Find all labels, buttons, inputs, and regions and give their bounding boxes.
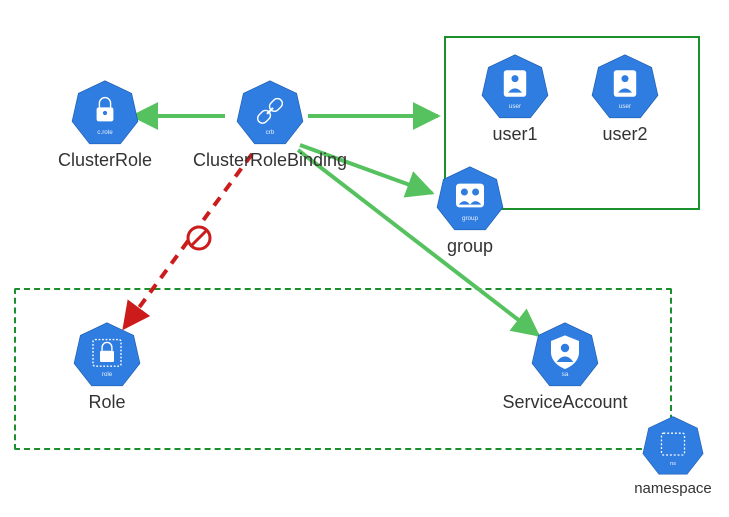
node-label: group: [420, 236, 520, 257]
node-tag: ns: [670, 461, 676, 467]
node-label: namespace: [618, 480, 728, 497]
prohibit-icon: [185, 224, 213, 252]
node-tag: user: [509, 103, 521, 110]
user-icon: user: [590, 52, 660, 122]
user-icon: user: [480, 52, 550, 122]
lock-icon: c.role: [70, 78, 140, 148]
node-tag: c.role: [97, 129, 113, 136]
node-role: role Role: [62, 320, 152, 413]
node-label: ClusterRoleBinding: [190, 150, 350, 171]
group-icon: group: [435, 164, 505, 234]
namespace-icon: ns: [641, 414, 705, 478]
lock-icon: role: [72, 320, 142, 390]
node-group: group group: [420, 164, 520, 257]
node-tag: role: [102, 371, 113, 378]
node-label: user2: [580, 124, 670, 145]
node-label: ServiceAccount: [490, 392, 640, 413]
node-namespace: ns namespace: [618, 414, 728, 497]
node-tag: crb: [266, 129, 275, 136]
link-icon: crb: [235, 78, 305, 148]
node-tag: sa: [562, 371, 569, 378]
node-label: ClusterRole: [55, 150, 155, 171]
node-tag: group: [462, 215, 479, 222]
node-user1: user user1: [470, 52, 560, 145]
node-user2: user user2: [580, 52, 670, 145]
node-clusterrole: c.role ClusterRole: [55, 78, 155, 171]
node-label: user1: [470, 124, 560, 145]
node-crb: crb ClusterRoleBinding: [190, 78, 350, 171]
sa-icon: sa: [530, 320, 600, 390]
node-serviceaccount: sa ServiceAccount: [490, 320, 640, 413]
node-tag: user: [619, 103, 631, 110]
node-label: Role: [62, 392, 152, 413]
